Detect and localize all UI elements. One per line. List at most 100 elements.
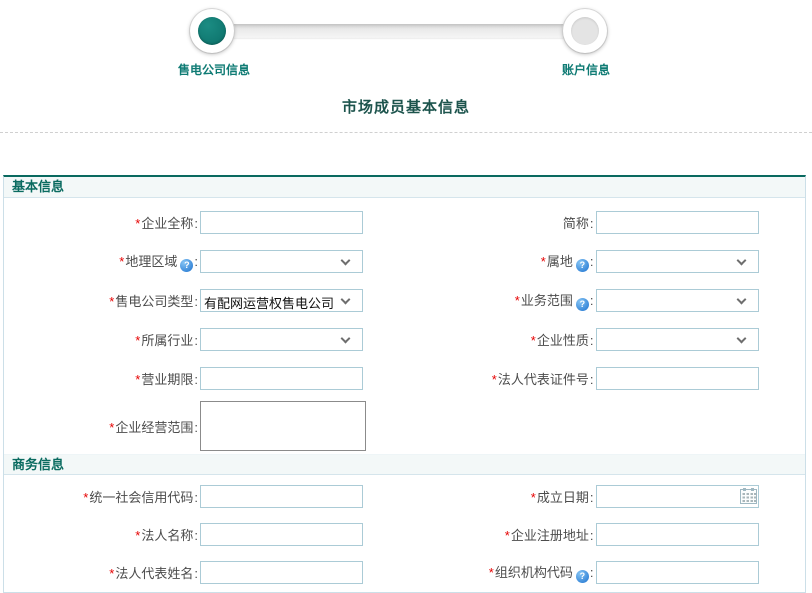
chevron-down-icon (736, 295, 746, 305)
legal-rep-name-input[interactable] (200, 561, 363, 584)
territory-select[interactable] (596, 250, 759, 273)
label-colon: : (590, 528, 594, 543)
step-circle-account-info (563, 9, 607, 53)
field-label-text: 法人代表姓名 (115, 566, 193, 581)
field-label: 简称: (405, 213, 596, 232)
required-asterisk: * (531, 333, 536, 348)
field-label-text: 统一社会信用代码 (89, 490, 193, 505)
legal-rep-id-input[interactable] (596, 367, 759, 390)
field-legal-rep-id: *法人代表证件号: (405, 367, 806, 390)
field-label: *属地?: (405, 251, 596, 272)
field-label: *成立日期: (405, 487, 596, 506)
business-term-input[interactable] (200, 367, 363, 390)
dashed-divider (0, 132, 812, 133)
help-icon[interactable]: ? (576, 570, 589, 583)
org-code-input[interactable] (596, 561, 759, 584)
step-label-account-info: 账户信息 (562, 61, 610, 78)
date-field-wrapper (596, 485, 759, 508)
required-asterisk: * (109, 566, 114, 581)
field-label-text: 所属行业 (141, 333, 193, 348)
field-establish-date: *成立日期: (405, 485, 806, 508)
field-label-text: 地理区域 (125, 254, 177, 269)
short-name-input[interactable] (596, 211, 759, 234)
field-label: *统一社会信用代码: (4, 487, 200, 506)
step-circle-company-info (190, 9, 234, 53)
establish-date-input[interactable] (596, 485, 759, 508)
chevron-down-icon (736, 334, 746, 344)
operating-scope-textarea[interactable] (200, 401, 366, 451)
required-asterisk: * (119, 254, 124, 269)
form-row: *法人代表姓名: *组织机构代码?: (4, 553, 805, 591)
field-label: *企业全称: (4, 213, 200, 232)
calendar-icon[interactable] (740, 488, 757, 504)
label-colon: : (194, 294, 198, 309)
label-colon: : (194, 254, 198, 269)
required-asterisk: * (515, 293, 520, 308)
company-full-name-input[interactable] (200, 211, 363, 234)
field-credit-code: *统一社会信用代码: (4, 485, 405, 508)
enterprise-nature-select[interactable] (596, 328, 759, 351)
form-row: *售电公司类型: 有配网运营权售电公司 *业务范围?: (4, 281, 805, 320)
field-label-text: 企业经营范围 (115, 420, 193, 435)
form-row: * 法人名称: *企业注册地址: (4, 515, 805, 553)
field-label-text: 法人名称 (141, 528, 193, 543)
required-asterisk: * (492, 372, 497, 387)
field-label: *法人代表证件号: (405, 369, 596, 388)
field-label-text: 售电公司类型 (115, 294, 193, 309)
field-label-text: 属地 (547, 254, 573, 269)
field-industry: *所属行业: (4, 328, 405, 351)
field-enterprise-nature: *企业性质: (405, 328, 806, 351)
required-asterisk: * (83, 490, 88, 505)
field-short-name: 简称: (405, 211, 806, 234)
required-asterisk: * (135, 216, 140, 231)
field-label-text: 企业全称 (141, 216, 193, 231)
field-label: *企业性质: (405, 330, 596, 349)
chevron-down-icon (341, 334, 351, 344)
required-asterisk: * (505, 528, 510, 543)
field-label-text: 营业期限 (141, 372, 193, 387)
help-icon[interactable]: ? (180, 259, 193, 272)
credit-code-input[interactable] (200, 485, 363, 508)
field-org-code: *组织机构代码?: (405, 561, 806, 584)
business-scope-select[interactable] (596, 289, 759, 312)
form-row: *地理区域?: *属地?: (4, 242, 805, 281)
field-geo-region: *地理区域?: (4, 250, 405, 273)
field-label-text: 企业性质 (537, 333, 589, 348)
basic-rows: *企业全称: 简称: *地理区域?: *属地?: *售电公司类型: 有配网运营权… (4, 198, 805, 454)
chevron-down-icon (736, 256, 746, 266)
field-registered-address: *企业注册地址: (405, 523, 806, 546)
field-operating-scope: *企业经营范围: (4, 401, 405, 451)
label-colon: : (194, 216, 198, 231)
help-icon[interactable]: ? (576, 259, 589, 272)
industry-select[interactable] (200, 328, 363, 351)
field-label-text: 业务范围 (521, 293, 573, 308)
field-label: *企业注册地址: (405, 525, 596, 544)
field-label-text: 企业注册地址 (511, 528, 589, 543)
field-label-text: 组织机构代码 (495, 565, 573, 580)
form-row: *企业全称: 简称: (4, 203, 805, 242)
field-business-scope: *业务范围?: (405, 289, 806, 312)
section-header-basic: 基本信息 (4, 177, 805, 198)
form-row: *所属行业: *企业性质: (4, 320, 805, 359)
field-label-text: 成立日期 (537, 490, 589, 505)
sell-company-type-select[interactable]: 有配网运营权售电公司 (200, 289, 363, 312)
field-label: *组织机构代码?: (405, 562, 596, 583)
stepper-track (212, 24, 587, 38)
geo-region-select[interactable] (200, 250, 363, 273)
field-label-text: 简称 (563, 216, 589, 231)
field-territory: *属地?: (405, 250, 806, 273)
help-icon[interactable]: ? (576, 298, 589, 311)
page-title: 市场成员基本信息 (0, 96, 812, 117)
required-asterisk: * (531, 490, 536, 505)
required-asterisk: * (109, 420, 114, 435)
form-row: *企业经营范围: (4, 398, 805, 454)
label-colon: : (590, 254, 594, 269)
field-label: *企业经营范围: (4, 417, 200, 436)
form-row: *统一社会信用代码: *成立日期: (4, 477, 805, 515)
field-sell-company-type: *售电公司类型: 有配网运营权售电公司 (4, 289, 405, 312)
registered-address-input[interactable] (596, 523, 759, 546)
chevron-down-icon (341, 256, 351, 266)
legal-person-name-input[interactable] (200, 523, 363, 546)
required-asterisk: * (541, 254, 546, 269)
field-label: *所属行业: (4, 330, 200, 349)
